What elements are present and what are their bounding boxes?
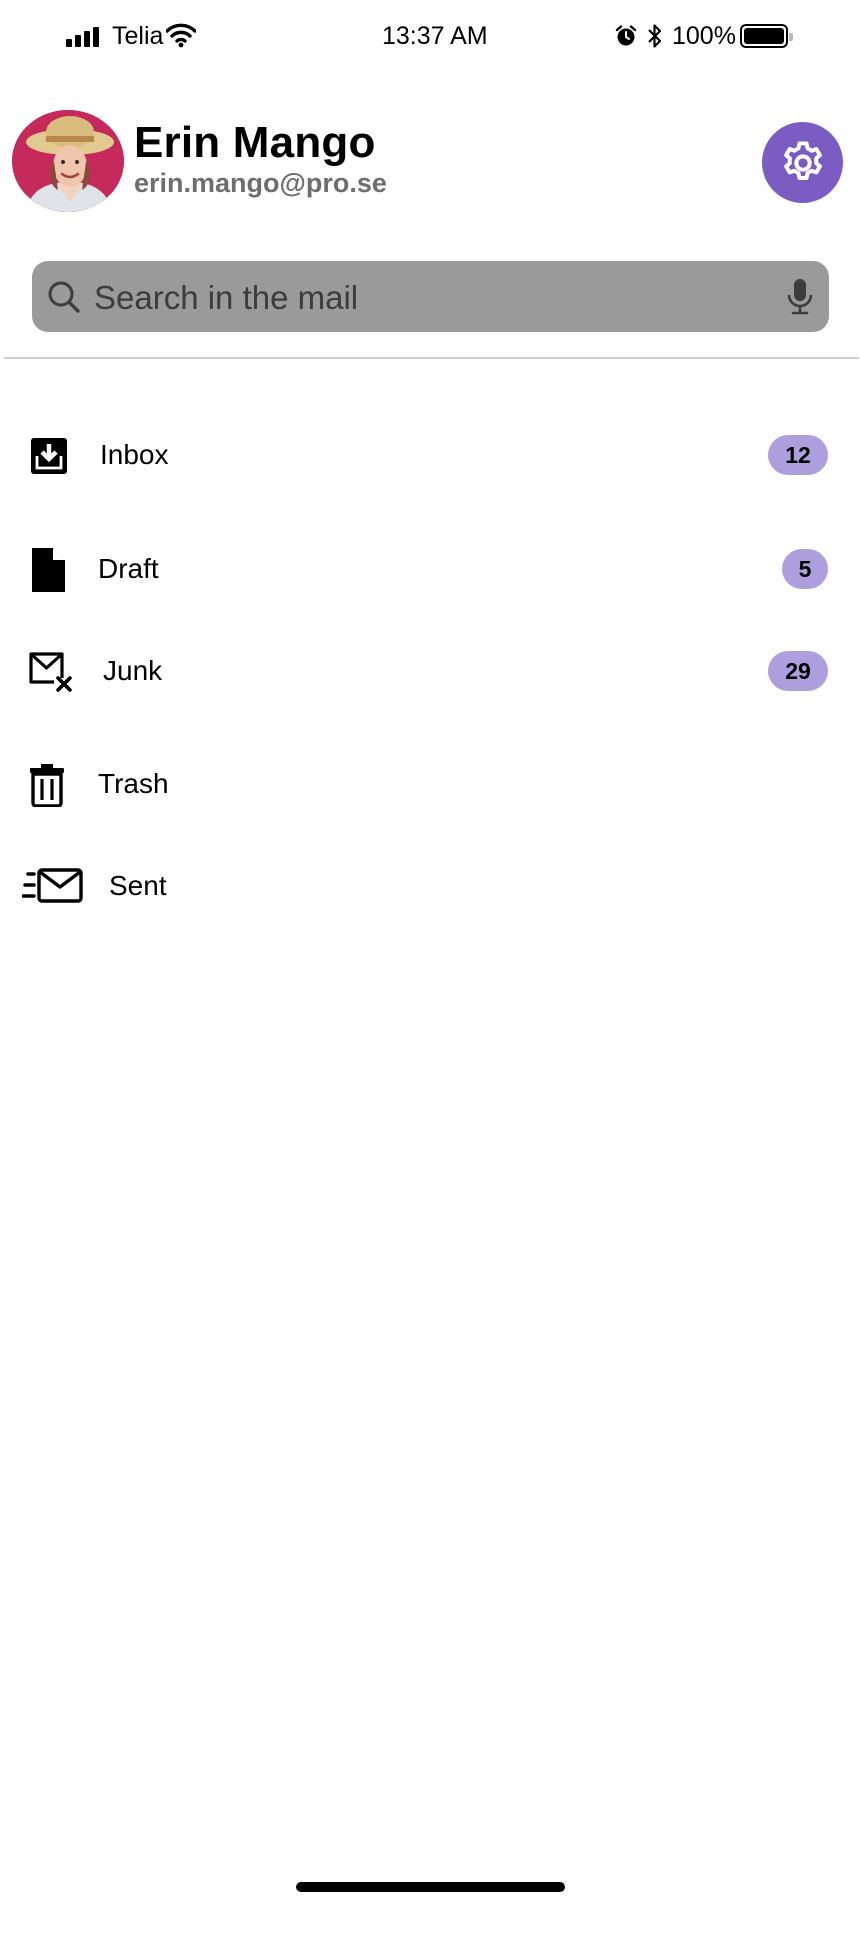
search-icon [48, 281, 80, 313]
trash-icon [30, 764, 64, 807]
battery-percent: 100% [672, 22, 736, 50]
inbox-icon [31, 438, 67, 474]
status-bar: Telia 13:37 AM 100% [0, 0, 860, 72]
microphone-icon[interactable] [786, 277, 814, 317]
folder-label: Inbox [100, 439, 169, 470]
folder-label: Trash [98, 768, 169, 799]
folder-item-trash[interactable]: Trash [0, 749, 860, 819]
avatar-photo [12, 110, 124, 212]
search-input[interactable] [92, 269, 756, 327]
unread-count-badge: 5 [782, 549, 828, 589]
sent-icon [22, 868, 83, 903]
folder-label: Sent [109, 870, 167, 901]
user-email: erin.mango@pro.se [134, 168, 387, 198]
wifi-icon [166, 23, 196, 48]
user-name: Erin Mango [134, 118, 376, 167]
clock: 13:37 AM [382, 22, 488, 50]
folder-label: Junk [103, 655, 163, 686]
folder-item-draft[interactable]: Draft 5 [0, 534, 860, 604]
alarm-icon [615, 25, 637, 46]
bluetooth-icon [648, 24, 662, 48]
avatar[interactable] [12, 110, 124, 212]
folder-item-junk[interactable]: Junk 29 [0, 636, 860, 706]
folder-item-sent[interactable]: Sent [0, 851, 860, 921]
junk-icon [29, 652, 72, 692]
settings-button[interactable] [762, 122, 843, 203]
gear-icon [783, 140, 822, 180]
home-indicator[interactable] [296, 1882, 565, 1892]
carrier-name: Telia [112, 22, 164, 50]
folder-item-inbox[interactable]: Inbox 12 [0, 420, 860, 490]
battery-icon [740, 24, 793, 48]
divider [4, 357, 859, 359]
unread-count-badge: 12 [768, 435, 828, 475]
folder-label: Draft [98, 553, 159, 584]
search-bar[interactable] [32, 261, 829, 332]
unread-count-badge: 29 [768, 651, 828, 691]
draft-icon [32, 548, 65, 592]
signal-icon [66, 27, 100, 47]
